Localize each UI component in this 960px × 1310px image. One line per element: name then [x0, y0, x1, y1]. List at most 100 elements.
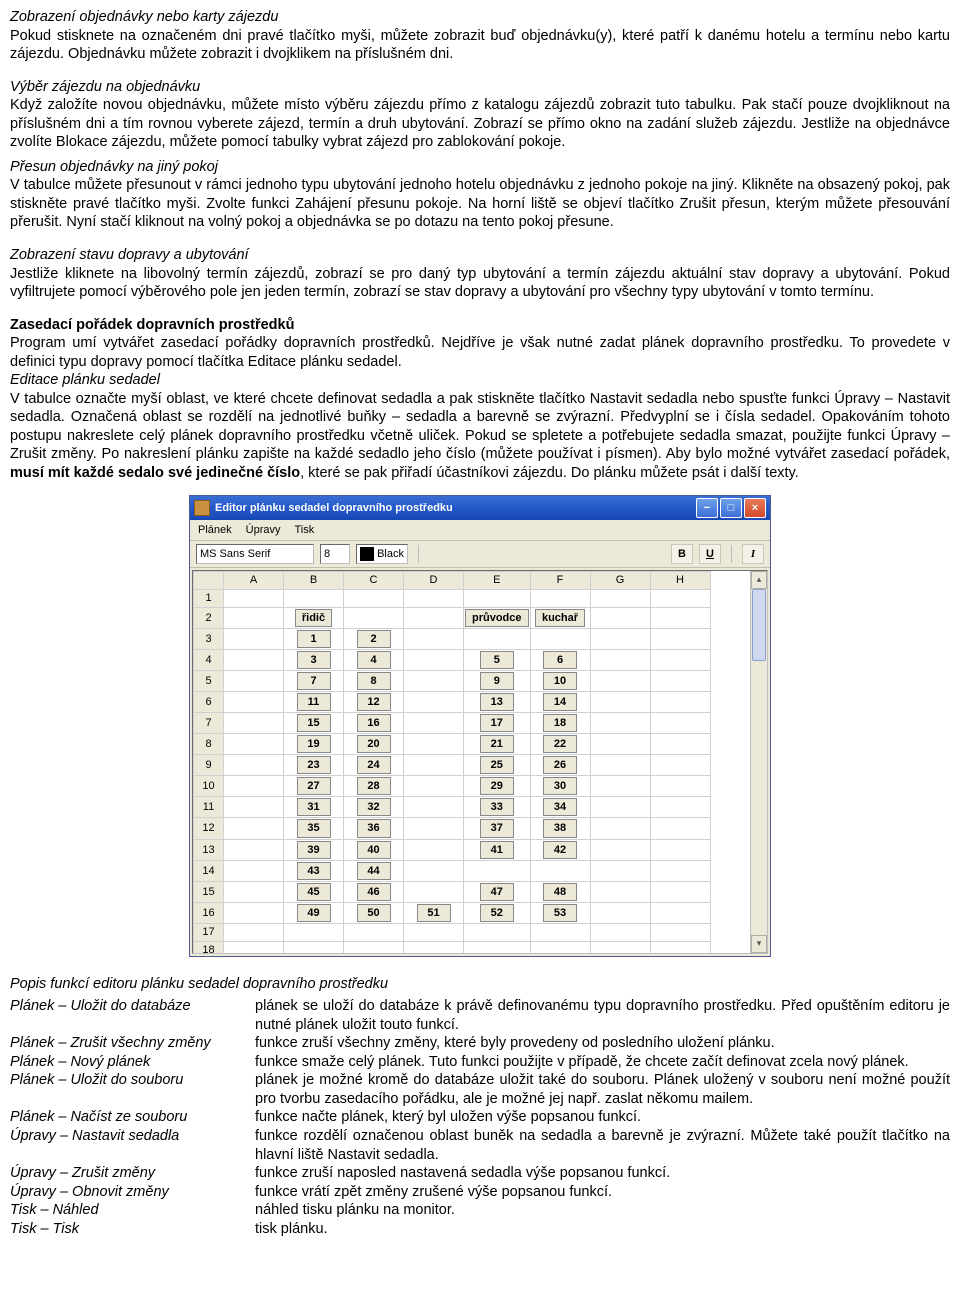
grid-cell[interactable] — [344, 941, 404, 953]
grid-cell[interactable] — [224, 941, 284, 953]
grid-cell[interactable] — [590, 923, 650, 941]
grid-cell[interactable]: 30 — [530, 776, 590, 797]
grid-cell[interactable]: 6 — [530, 649, 590, 670]
grid-cell[interactable] — [404, 941, 464, 953]
grid-cell[interactable] — [590, 589, 650, 607]
grid-cell[interactable] — [224, 776, 284, 797]
row-header[interactable]: 6 — [194, 691, 224, 712]
grid-cell[interactable]: 45 — [284, 881, 344, 902]
col-header[interactable]: G — [590, 571, 650, 589]
grid-cell[interactable] — [404, 589, 464, 607]
italic-button[interactable]: I — [742, 544, 764, 564]
row-header[interactable]: 18 — [194, 941, 224, 953]
grid-cell[interactable] — [224, 713, 284, 734]
grid-cell[interactable] — [404, 923, 464, 941]
grid-cell[interactable] — [650, 839, 710, 860]
grid-cell[interactable]: 22 — [530, 734, 590, 755]
row-header[interactable]: 13 — [194, 839, 224, 860]
grid-cell[interactable]: 19 — [284, 734, 344, 755]
grid-cell[interactable] — [404, 734, 464, 755]
grid-cell[interactable]: 25 — [464, 755, 531, 776]
row-header[interactable]: 1 — [194, 589, 224, 607]
col-header[interactable]: C — [344, 571, 404, 589]
grid-cell[interactable] — [224, 902, 284, 923]
maximize-button[interactable]: □ — [720, 498, 742, 518]
grid-cell[interactable] — [224, 628, 284, 649]
grid-cell[interactable]: 10 — [530, 670, 590, 691]
grid-cell[interactable] — [224, 755, 284, 776]
grid-cell[interactable] — [650, 734, 710, 755]
grid-cell[interactable] — [590, 839, 650, 860]
grid-cell[interactable] — [590, 881, 650, 902]
grid-cell[interactable] — [284, 923, 344, 941]
grid-cell[interactable]: 34 — [530, 797, 590, 818]
grid-cell[interactable] — [344, 589, 404, 607]
grid-cell[interactable] — [590, 941, 650, 953]
row-header[interactable]: 14 — [194, 860, 224, 881]
grid-cell[interactable] — [344, 607, 404, 628]
col-header[interactable]: B — [284, 571, 344, 589]
grid-cell[interactable]: 2 — [344, 628, 404, 649]
row-header[interactable]: 12 — [194, 818, 224, 839]
grid-cell[interactable] — [530, 923, 590, 941]
bold-button[interactable]: B — [671, 544, 693, 564]
underline-button[interactable]: U — [699, 544, 721, 564]
vertical-scrollbar[interactable]: ▴ ▾ — [750, 571, 767, 953]
grid-cell[interactable] — [590, 902, 650, 923]
grid-cell[interactable]: 5 — [464, 649, 531, 670]
grid-cell[interactable] — [590, 607, 650, 628]
grid-cell[interactable] — [530, 589, 590, 607]
grid-cell[interactable] — [284, 589, 344, 607]
row-header[interactable]: 5 — [194, 670, 224, 691]
grid-cell[interactable]: 26 — [530, 755, 590, 776]
grid-cell[interactable] — [650, 860, 710, 881]
grid-cell[interactable] — [404, 755, 464, 776]
col-header[interactable]: E — [464, 571, 531, 589]
grid-cell[interactable] — [404, 628, 464, 649]
grid-cell[interactable]: 51 — [404, 902, 464, 923]
grid-cell[interactable]: 3 — [284, 649, 344, 670]
grid-cell[interactable] — [224, 818, 284, 839]
grid-cell[interactable] — [224, 670, 284, 691]
grid-cell[interactable] — [404, 776, 464, 797]
close-button[interactable]: × — [744, 498, 766, 518]
menu-upravy[interactable]: Úpravy — [246, 523, 281, 537]
row-header[interactable]: 9 — [194, 755, 224, 776]
grid-cell[interactable] — [224, 589, 284, 607]
grid-cell[interactable]: 48 — [530, 881, 590, 902]
grid-cell[interactable]: 12 — [344, 691, 404, 712]
grid-cell[interactable] — [590, 691, 650, 712]
grid-cell[interactable]: 40 — [344, 839, 404, 860]
grid-cell[interactable]: 17 — [464, 713, 531, 734]
grid-cell[interactable] — [404, 839, 464, 860]
grid-cell[interactable]: 32 — [344, 797, 404, 818]
grid-cell[interactable] — [650, 923, 710, 941]
grid-cell[interactable] — [590, 713, 650, 734]
grid-cell[interactable] — [590, 776, 650, 797]
grid-cell[interactable] — [590, 649, 650, 670]
grid-cell[interactable] — [590, 628, 650, 649]
grid-cell[interactable] — [650, 776, 710, 797]
col-header[interactable]: F — [530, 571, 590, 589]
grid-cell[interactable] — [650, 607, 710, 628]
minimize-button[interactable]: − — [696, 498, 718, 518]
grid-cell[interactable]: 37 — [464, 818, 531, 839]
grid-cell[interactable] — [650, 755, 710, 776]
col-header[interactable]: H — [650, 571, 710, 589]
grid-cell[interactable]: 11 — [284, 691, 344, 712]
grid-cell[interactable] — [404, 860, 464, 881]
grid-cell[interactable]: 24 — [344, 755, 404, 776]
grid-cell[interactable]: 38 — [530, 818, 590, 839]
grid-cell[interactable]: 13 — [464, 691, 531, 712]
grid-cell[interactable]: 31 — [284, 797, 344, 818]
grid-cell[interactable] — [464, 860, 531, 881]
row-header[interactable]: 16 — [194, 902, 224, 923]
grid-cell[interactable] — [650, 881, 710, 902]
scroll-down-arrow-icon[interactable]: ▾ — [751, 935, 767, 953]
grid-cell[interactable] — [404, 649, 464, 670]
grid-cell[interactable]: 4 — [344, 649, 404, 670]
grid-cell[interactable] — [224, 607, 284, 628]
grid-cell[interactable] — [404, 797, 464, 818]
row-header[interactable]: 11 — [194, 797, 224, 818]
grid-cell[interactable] — [224, 649, 284, 670]
